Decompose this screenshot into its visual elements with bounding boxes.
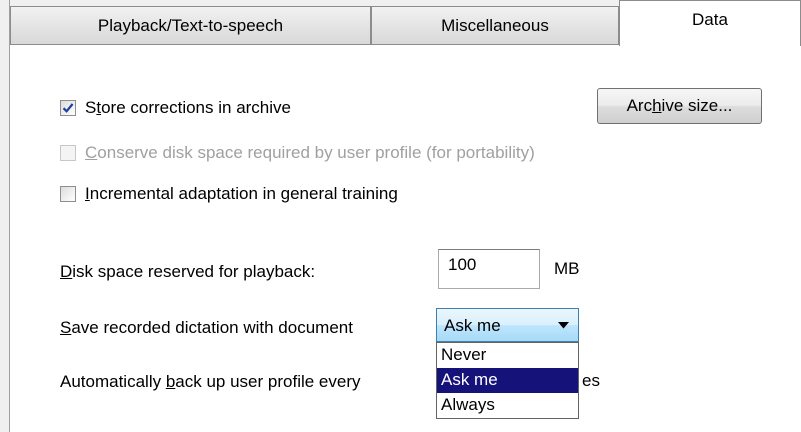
- save-dictation-combobox[interactable]: Ask me: [436, 308, 579, 342]
- archive-size-button[interactable]: Archive size...: [597, 88, 762, 124]
- tab-label: Playback/Text-to-speech: [97, 15, 284, 35]
- tab-miscellaneous[interactable]: Miscellaneous: [371, 6, 619, 44]
- incremental-adaptation-checkbox[interactable]: [60, 186, 76, 202]
- store-corrections-checkbox[interactable]: [60, 100, 76, 116]
- tab-label: Data: [692, 9, 728, 29]
- store-corrections-label: Store corrections in archive: [85, 98, 291, 117]
- tab-label: Miscellaneous: [441, 15, 549, 35]
- disk-space-value: 100: [448, 255, 477, 274]
- disk-space-label: Disk space reserved for playback:: [60, 262, 316, 281]
- chevron-down-icon[interactable]: [558, 322, 569, 329]
- incremental-adaptation-label: Incremental adaptation in general traini…: [85, 184, 398, 203]
- checkmark-icon: [62, 103, 74, 113]
- dropdown-option-always[interactable]: Always: [437, 393, 578, 418]
- window-left-edge: [0, 0, 10, 432]
- save-dictation-label: Save recorded dictation with document: [60, 318, 353, 337]
- disk-space-unit: MB: [554, 259, 580, 278]
- conserve-disk-checkbox-row: Conserve disk space required by user pro…: [60, 143, 535, 163]
- tab-data[interactable]: Data: [619, 0, 801, 46]
- save-dictation-dropdown-list[interactable]: Never Ask me Always: [436, 342, 579, 419]
- active-tab-gap: [620, 43, 800, 46]
- dropdown-option-never[interactable]: Never: [437, 343, 578, 368]
- conserve-disk-label: Conserve disk space required by user pro…: [85, 143, 535, 162]
- disk-space-input[interactable]: 100: [438, 249, 540, 289]
- store-corrections-checkbox-row[interactable]: Store corrections in archive: [60, 98, 291, 118]
- incremental-adaptation-checkbox-row[interactable]: Incremental adaptation in general traini…: [60, 184, 398, 204]
- backup-label: Automatically back up user profile every: [60, 372, 361, 391]
- archive-size-label: Archive size...: [626, 96, 733, 115]
- dropdown-option-ask-me[interactable]: Ask me: [437, 368, 578, 393]
- tab-playback-text-to-speech[interactable]: Playback/Text-to-speech: [10, 6, 371, 44]
- backup-interval-tail-text: es: [582, 371, 600, 390]
- conserve-disk-checkbox: [60, 145, 76, 161]
- save-dictation-selected: Ask me: [444, 316, 501, 335]
